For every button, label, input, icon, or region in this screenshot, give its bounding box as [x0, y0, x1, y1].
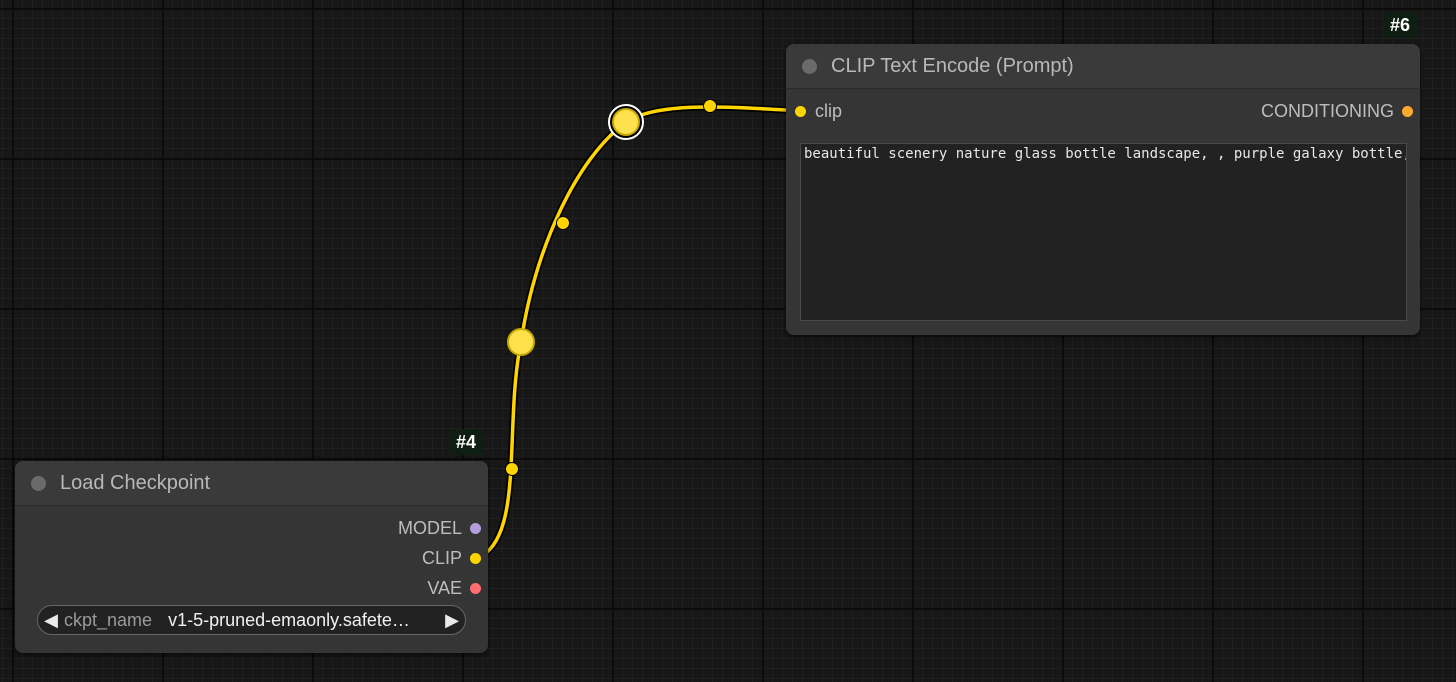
slot-label: clip [815, 100, 843, 121]
node-id-badge: #4 [449, 429, 484, 455]
reroute-point-selected-ring [608, 104, 644, 140]
link-midpoint-marker[interactable] [556, 216, 570, 230]
graph-canvas[interactable]: #6 CLIP Text Encode (Prompt) clip CONDIT… [0, 0, 1456, 682]
link-midpoint-marker[interactable] [703, 99, 717, 113]
output-slot-clip[interactable]: CLIP [422, 547, 481, 569]
input-connector-icon[interactable] [795, 105, 806, 117]
slot-label: VAE [427, 577, 462, 598]
widget-value[interactable]: v1-5-pruned-emaonly.safete… [168, 610, 439, 631]
collapse-toggle-icon[interactable] [31, 475, 46, 491]
widget-name: ckpt_name [64, 609, 153, 630]
clip-link[interactable] [485, 105, 789, 554]
output-connector-icon[interactable] [1402, 105, 1413, 117]
combo-prev-arrow-icon[interactable]: ◀ [38, 610, 64, 631]
output-slot-model[interactable]: MODEL [398, 517, 481, 539]
reroute-point-selected[interactable] [612, 108, 640, 136]
node-title-bar[interactable]: Load Checkpoint [15, 461, 488, 506]
slot-label: CONDITIONING [1261, 100, 1394, 121]
output-connector-icon[interactable] [470, 522, 481, 534]
input-slot-clip[interactable]: clip [795, 100, 842, 122]
slot-label: CLIP [421, 547, 462, 568]
reroute-point[interactable] [507, 328, 535, 356]
link-midpoint-marker[interactable] [505, 462, 519, 476]
slot-label: MODEL [397, 517, 462, 538]
output-slot-conditioning[interactable]: CONDITIONING [1261, 100, 1413, 122]
output-connector-icon[interactable] [470, 552, 481, 564]
load-checkpoint-node[interactable]: Load Checkpoint MODEL CLIP VAE ◀ ckpt_na… [15, 461, 488, 653]
node-id-badge: #6 [1383, 12, 1418, 38]
clip-link-shadow [483, 103, 791, 556]
node-title: CLIP Text Encode (Prompt) [831, 54, 1074, 77]
clip-text-encode-node[interactable]: CLIP Text Encode (Prompt) clip CONDITION… [786, 44, 1420, 335]
collapse-toggle-icon[interactable] [802, 58, 817, 74]
node-title-bar[interactable]: CLIP Text Encode (Prompt) [786, 44, 1420, 89]
ckpt-name-combo[interactable]: ◀ ckpt_name v1-5-pruned-emaonly.safete… … [37, 605, 466, 635]
combo-next-arrow-icon[interactable]: ▶ [439, 610, 465, 631]
prompt-text: beautiful scenery nature glass bottle la… [804, 146, 1407, 162]
node-title: Load Checkpoint [60, 471, 211, 494]
prompt-textarea[interactable]: beautiful scenery nature glass bottle la… [800, 143, 1407, 321]
output-connector-icon[interactable] [470, 582, 481, 594]
output-slot-vae[interactable]: VAE [427, 577, 481, 599]
